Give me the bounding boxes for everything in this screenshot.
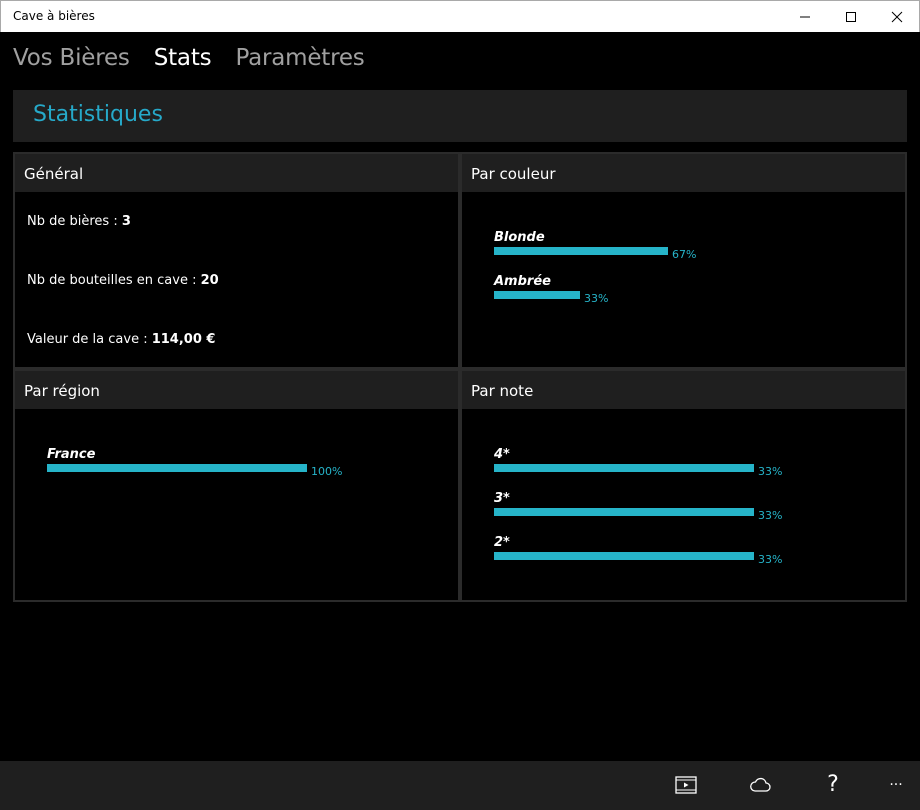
bar-percentage: 33%	[758, 509, 783, 522]
panel-general: Général Nb de bières : 3 Nb de bouteille…	[15, 154, 458, 367]
panel-note-header: Par note	[462, 371, 905, 409]
pivot-nav: Vos Bières Stats Paramètres	[13, 42, 365, 76]
panel-par-region: Par région France 100%	[15, 371, 458, 600]
panel-general-title: Général	[24, 165, 84, 183]
bar-fill	[47, 464, 307, 472]
page-header: Statistiques	[13, 90, 907, 142]
stat-beers-value: 3	[121, 214, 131, 229]
bar-label: France	[47, 447, 96, 462]
stat-bottles-value: 20	[200, 273, 219, 288]
panel-couleur-header: Par couleur	[462, 154, 905, 192]
panel-couleur-title: Par couleur	[471, 165, 556, 183]
bar-fill	[494, 291, 580, 299]
more-icon: ···	[889, 777, 903, 793]
help-icon: ?	[827, 772, 839, 797]
bar-label: 3*	[494, 491, 510, 506]
window-title: Cave à bières	[13, 9, 95, 23]
tab-stats[interactable]: Stats	[154, 42, 212, 76]
maximize-button[interactable]	[828, 1, 874, 33]
stat-bottles-label: Nb de bouteilles en cave :	[27, 273, 201, 288]
close-icon	[891, 11, 903, 23]
bar-percentage: 33%	[758, 553, 783, 566]
bar-label: 4*	[494, 447, 510, 462]
page-title: Statistiques	[33, 102, 163, 127]
stat-cellar-value: Valeur de la cave : 114,00 €	[27, 332, 215, 347]
panel-general-header: Général	[15, 154, 458, 192]
panel-region-header: Par région	[15, 371, 458, 409]
stat-bottles-count: Nb de bouteilles en cave : 20	[27, 273, 219, 288]
more-button[interactable]: ···	[881, 771, 911, 799]
bar-label: Blonde	[494, 230, 545, 245]
slideshow-button[interactable]	[672, 771, 700, 799]
close-button[interactable]	[874, 1, 920, 33]
minimize-button[interactable]	[782, 1, 828, 33]
stats-grid: Général Nb de bières : 3 Nb de bouteille…	[13, 152, 907, 602]
slideshow-icon	[675, 776, 697, 794]
bar-fill	[494, 508, 754, 516]
stat-value-label: Valeur de la cave :	[27, 332, 152, 347]
minimize-icon	[800, 16, 810, 18]
bar-fill	[494, 247, 668, 255]
panel-par-couleur: Par couleur Blonde 67% Ambrée 33%	[462, 154, 905, 367]
stat-beers-count: Nb de bières : 3	[27, 214, 131, 229]
stat-beers-label: Nb de bières :	[27, 214, 122, 229]
panel-region-title: Par région	[24, 382, 100, 400]
stat-value-amount: 114,00 €	[151, 332, 216, 347]
tab-vos-bieres[interactable]: Vos Bières	[13, 42, 130, 76]
bar-fill	[494, 464, 754, 472]
command-bar: ? ···	[0, 761, 920, 810]
bar-percentage: 100%	[311, 465, 343, 478]
bar-percentage: 33%	[584, 292, 609, 305]
bar-label: Ambrée	[494, 274, 551, 289]
bar-fill	[494, 552, 754, 560]
bar-label: 2*	[494, 535, 510, 550]
help-button[interactable]: ?	[819, 771, 847, 799]
panel-par-note: Par note 4* 33% 3* 33% 2* 33%	[462, 371, 905, 600]
cloud-sync-button[interactable]	[746, 771, 774, 799]
panel-note-title: Par note	[471, 382, 534, 400]
bar-percentage: 33%	[758, 465, 783, 478]
bar-percentage: 67%	[672, 248, 697, 261]
title-bar: Cave à bières	[0, 0, 920, 32]
tab-parametres[interactable]: Paramètres	[235, 42, 364, 76]
maximize-icon	[846, 12, 856, 22]
cloud-icon	[750, 777, 771, 792]
